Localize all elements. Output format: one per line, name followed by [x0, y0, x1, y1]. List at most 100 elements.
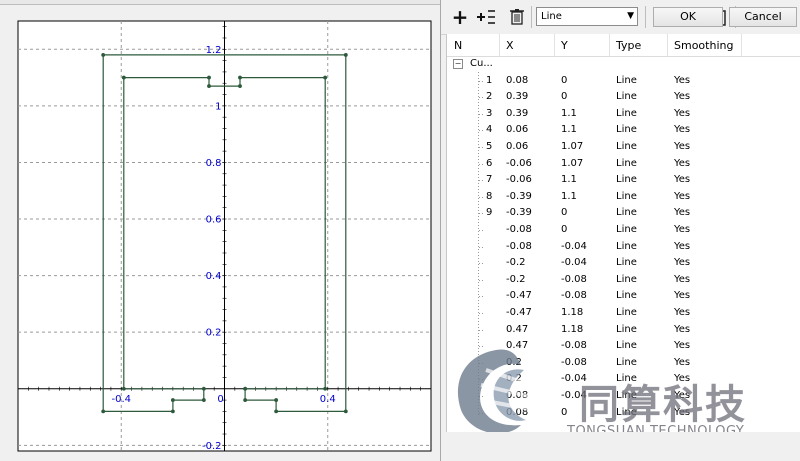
cell-x[interactable]: 0.06	[506, 141, 528, 152]
cell-n[interactable]: 6	[486, 158, 492, 169]
cell-smoothing[interactable]: Yes	[674, 174, 690, 185]
ok-button[interactable]: OK	[653, 7, 723, 27]
table-row[interactable]: 4 0.06 1.1 Line Yes	[447, 122, 800, 139]
table-row[interactable]: -0.47 -0.08 Line Yes	[447, 288, 800, 305]
cell-smoothing[interactable]: Yes	[674, 307, 690, 318]
cell-y[interactable]: 1.18	[561, 324, 583, 335]
cell-y[interactable]: 1.1	[561, 108, 577, 119]
cell-n[interactable]: 7	[486, 174, 492, 185]
cell-x[interactable]: -0.08	[506, 241, 532, 252]
cell-smoothing[interactable]: Yes	[674, 257, 690, 268]
cancel-button[interactable]: Cancel	[729, 7, 797, 27]
header-type[interactable]: Type	[616, 39, 641, 52]
header-n[interactable]: N	[454, 39, 462, 52]
cell-smoothing[interactable]: Yes	[674, 357, 690, 368]
cell-y[interactable]: -0.04	[561, 241, 587, 252]
cell-x[interactable]: 0.2	[506, 373, 522, 384]
table-row[interactable]: 0.47 -0.08 Line Yes	[447, 338, 800, 355]
cell-y[interactable]: 0	[561, 91, 567, 102]
cell-type[interactable]: Line	[616, 158, 637, 169]
add-point-button[interactable]: +	[448, 5, 472, 29]
cell-x[interactable]: -0.2	[506, 274, 526, 285]
cell-n[interactable]: 1	[486, 75, 492, 86]
cell-smoothing[interactable]: Yes	[674, 124, 690, 135]
cell-y[interactable]: 0	[561, 75, 567, 86]
cell-y[interactable]: 0	[561, 407, 567, 418]
table-row[interactable]: -0.2 -0.08 Line Yes	[447, 272, 800, 289]
cell-smoothing[interactable]: Yes	[674, 158, 690, 169]
cell-x[interactable]: 0.08	[506, 407, 528, 418]
column-divider[interactable]	[609, 34, 610, 56]
cell-x[interactable]: 0.08	[506, 390, 528, 401]
collapse-icon[interactable]: −	[453, 59, 463, 69]
table-row[interactable]: 7 -0.06 1.1 Line Yes	[447, 172, 800, 189]
header-x[interactable]: X	[506, 39, 514, 52]
cell-y[interactable]: -0.04	[561, 257, 587, 268]
cell-smoothing[interactable]: Yes	[674, 141, 690, 152]
header-y[interactable]: Y	[561, 39, 568, 52]
cell-smoothing[interactable]: Yes	[674, 108, 690, 119]
cell-y[interactable]: 0	[561, 207, 567, 218]
cell-type[interactable]: Line	[616, 324, 637, 335]
cell-x[interactable]: 0.06	[506, 124, 528, 135]
table-row[interactable]: -0.08 0 Line Yes	[447, 222, 800, 239]
cell-type[interactable]: Line	[616, 75, 637, 86]
column-divider[interactable]	[741, 34, 742, 56]
cell-x[interactable]: -0.06	[506, 158, 532, 169]
cell-n[interactable]: 2	[486, 91, 492, 102]
cell-n[interactable]: 9	[486, 207, 492, 218]
cell-y[interactable]: 0	[561, 224, 567, 235]
table-row[interactable]: 6 -0.06 1.07 Line Yes	[447, 156, 800, 173]
cell-type[interactable]: Line	[616, 357, 637, 368]
cell-type[interactable]: Line	[616, 141, 637, 152]
cell-x[interactable]: 0.47	[506, 340, 528, 351]
cell-y[interactable]: -0.08	[561, 340, 587, 351]
cell-smoothing[interactable]: Yes	[674, 340, 690, 351]
table-row[interactable]: -0.08 -0.04 Line Yes	[447, 239, 800, 256]
cell-n[interactable]: 3	[486, 108, 492, 119]
cell-x[interactable]: 0.39	[506, 91, 528, 102]
cell-smoothing[interactable]: Yes	[674, 191, 690, 202]
cell-x[interactable]: -0.47	[506, 307, 532, 318]
cell-x[interactable]: 0.47	[506, 324, 528, 335]
cell-y[interactable]: 1.07	[561, 158, 583, 169]
cell-n[interactable]: 4	[486, 124, 492, 135]
cell-type[interactable]: Line	[616, 174, 637, 185]
insert-point-button[interactable]	[474, 5, 498, 29]
cell-n[interactable]: 8	[486, 191, 492, 202]
cell-type[interactable]: Line	[616, 274, 637, 285]
cell-x[interactable]: -0.08	[506, 224, 532, 235]
cell-y[interactable]: 1.18	[561, 307, 583, 318]
cell-type[interactable]: Line	[616, 124, 637, 135]
cell-y[interactable]: -0.08	[561, 274, 587, 285]
cell-y[interactable]: -0.08	[561, 290, 587, 301]
column-divider[interactable]	[554, 34, 555, 56]
cell-y[interactable]: 1.1	[561, 124, 577, 135]
table-row[interactable]: 3 0.39 1.1 Line Yes	[447, 106, 800, 123]
cell-type[interactable]: Line	[616, 257, 637, 268]
cell-type[interactable]: Line	[616, 340, 637, 351]
cell-smoothing[interactable]: Yes	[674, 75, 690, 86]
table-row[interactable]: 0.47 1.18 Line Yes	[447, 322, 800, 339]
cell-x[interactable]: 0.08	[506, 75, 528, 86]
cell-x[interactable]: -0.39	[506, 191, 532, 202]
delete-point-button[interactable]	[505, 5, 529, 29]
cell-smoothing[interactable]: Yes	[674, 224, 690, 235]
cell-smoothing[interactable]: Yes	[674, 324, 690, 335]
table-row[interactable]: 0.2 -0.08 Line Yes	[447, 355, 800, 372]
column-divider[interactable]	[667, 34, 668, 56]
cell-x[interactable]: -0.47	[506, 290, 532, 301]
table-row[interactable]: 1 0.08 0 Line Yes	[447, 73, 800, 90]
curve-type-select[interactable]: Line ▼	[536, 7, 638, 26]
cell-type[interactable]: Line	[616, 91, 637, 102]
table-row[interactable]: 2 0.39 0 Line Yes	[447, 89, 800, 106]
cell-y[interactable]: 1.1	[561, 174, 577, 185]
cell-smoothing[interactable]: Yes	[674, 91, 690, 102]
table-row[interactable]: 8 -0.39 1.1 Line Yes	[447, 189, 800, 206]
cell-type[interactable]: Line	[616, 191, 637, 202]
table-row[interactable]: 5 0.06 1.07 Line Yes	[447, 139, 800, 156]
cell-y[interactable]: -0.08	[561, 357, 587, 368]
plot-canvas[interactable]: 1.2 1 0.8 0.6 0.4 0.2 -0.2 -0.4 0 0.4	[0, 5, 440, 461]
cell-type[interactable]: Line	[616, 241, 637, 252]
cell-n[interactable]: 5	[486, 141, 492, 152]
